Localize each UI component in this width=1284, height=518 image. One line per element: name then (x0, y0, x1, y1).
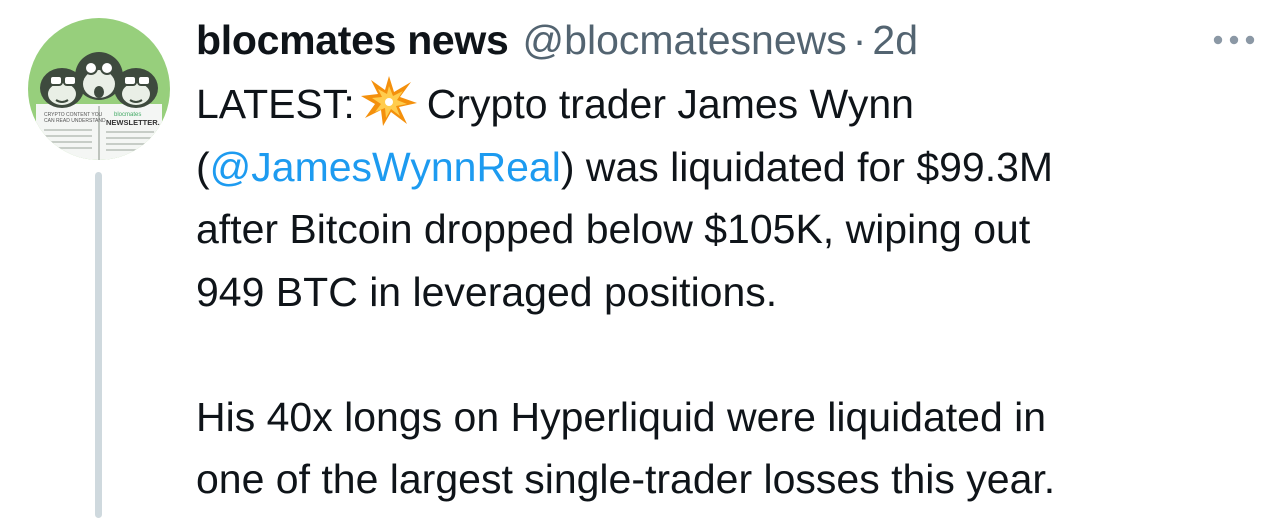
separator-dot: · (852, 17, 867, 63)
body-text-segment: Crypto trader James Wynn (426, 81, 914, 127)
body-text-segment: LATEST: (196, 81, 355, 127)
body-line: 949 BTC in leveraged positions. (196, 268, 778, 315)
avatar-newsletter-text: NEWSLETTER. (106, 118, 160, 127)
more-options-button[interactable] (1206, 22, 1262, 58)
blocmates-logo-icon: CRYPTO CONTENT YOU CAN READ UNDERSTAND b… (36, 52, 162, 160)
display-name[interactable]: blocmates news (196, 14, 509, 66)
user-handle[interactable]: @blocmatesnews (523, 14, 847, 66)
body-line: one of the largest single-trader losses … (196, 456, 1056, 502)
body-line: after Bitcoin dropped below $105K, wipin… (196, 206, 1031, 252)
body-line: His 40x longs on Hyperliquid were liquid… (196, 393, 1047, 440)
body-text-segment: ) was liquidated for $99.3M (560, 143, 1054, 190)
thread-connector-line (95, 172, 102, 518)
body-text-segment: ( (196, 143, 210, 190)
tweet-body: LATEST: Crypto trader James Wynn (@James… (196, 73, 1266, 511)
more-horizontal-icon (1213, 35, 1255, 45)
body-line: (@JamesWynnReal) was liquidated for $99.… (196, 136, 1266, 199)
svg-text:CAN READ UNDERSTAND: CAN READ UNDERSTAND (44, 118, 106, 124)
avatar[interactable]: CRYPTO CONTENT YOU CAN READ UNDERSTAND b… (28, 18, 170, 160)
body-line: LATEST: Crypto trader James Wynn (196, 73, 1266, 136)
mention-link[interactable]: @JamesWynnReal (210, 144, 561, 190)
tweet[interactable]: CRYPTO CONTENT YOU CAN READ UNDERSTAND b… (0, 0, 1284, 518)
collision-emoji-icon (360, 76, 417, 126)
tweet-header: blocmates news @blocmatesnews · 2d (196, 14, 918, 66)
tweet-timestamp[interactable]: 2d (872, 14, 918, 66)
